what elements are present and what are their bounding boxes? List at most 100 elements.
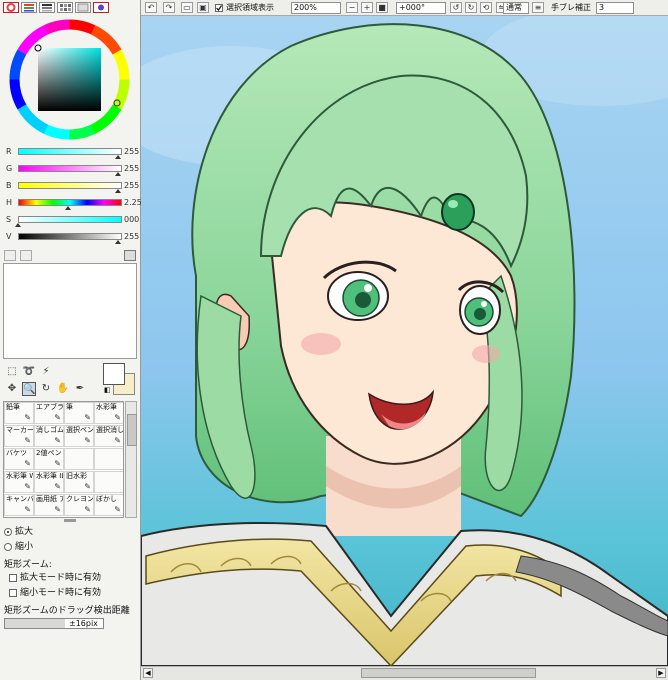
redo-icon[interactable] xyxy=(20,250,32,261)
scratchpad-icon[interactable] xyxy=(75,2,91,13)
slider-g[interactable]: G 255 xyxy=(4,163,139,176)
brush-label: バケツ xyxy=(6,449,27,457)
slider-thumb[interactable] xyxy=(15,223,21,227)
rect-select-icon[interactable]: ⬚ xyxy=(5,365,19,379)
brush-wet-brush[interactable]: 水彩筆 Wet ✎ xyxy=(4,471,34,493)
canvas[interactable] xyxy=(141,16,668,666)
slider-track[interactable] xyxy=(18,182,122,189)
rgb-sliders-icon[interactable] xyxy=(21,2,37,13)
brush-crayon[interactable]: クレヨン ✎ xyxy=(64,494,94,516)
slider-thumb[interactable] xyxy=(115,189,121,193)
slider-label: V xyxy=(6,232,12,241)
brush-binary-pen[interactable]: 2値ペン ✎ xyxy=(34,448,64,470)
transparent-color-icon[interactable]: ◧ xyxy=(104,386,112,394)
slider-thumb[interactable] xyxy=(115,172,121,176)
drag-threshold-slider[interactable]: ±16pix xyxy=(4,618,104,629)
move-icon[interactable]: ✥ xyxy=(5,382,19,396)
rotate-left-button[interactable]: ↺ xyxy=(450,2,462,13)
slider-b[interactable]: B 255 xyxy=(4,180,139,193)
acrylic-icon: ✎ xyxy=(24,505,31,514)
scrollbar-thumb[interactable] xyxy=(361,668,536,678)
brush-label: ぼかし xyxy=(96,495,117,503)
slider-s[interactable]: S 000 xyxy=(4,214,139,227)
zoom-out-button[interactable]: − xyxy=(346,2,358,13)
brush-watercolor[interactable]: 水彩筆 ✎ xyxy=(94,402,123,424)
brush-select-erase[interactable]: 選択消し ✎ xyxy=(94,425,123,447)
slider-track[interactable] xyxy=(18,148,122,155)
swatch-menu-icon[interactable] xyxy=(124,250,136,261)
brush-blur[interactable]: ぼかし ✎ xyxy=(94,494,123,516)
scroll-left-icon[interactable]: ◀ xyxy=(143,668,153,678)
slider-thumb[interactable] xyxy=(115,240,121,244)
brush-scrollbar[interactable] xyxy=(125,401,137,518)
brush-il-brush[interactable]: 水彩筆 IL ✎ xyxy=(34,471,64,493)
old-watercolor-icon: ✎ xyxy=(84,482,91,491)
slider-thumb[interactable] xyxy=(65,206,71,210)
deselect-button[interactable]: ▭ xyxy=(181,2,193,13)
lasso-icon[interactable]: ➰ xyxy=(22,365,36,379)
hsv-sliders-icon[interactable] xyxy=(39,2,55,13)
slider-track[interactable] xyxy=(18,165,122,172)
slider-track[interactable] xyxy=(18,233,122,240)
brush-brush[interactable]: 筆 ✎ xyxy=(64,402,94,424)
stabilizer-select[interactable]: 3 xyxy=(596,2,634,14)
slider-v[interactable]: V 255 xyxy=(4,231,139,244)
check-zoom-in[interactable]: 拡大モード時に有効 xyxy=(4,572,138,584)
slider-thumb[interactable] xyxy=(115,155,121,159)
undo-icon[interactable] xyxy=(4,250,16,261)
slider-track[interactable] xyxy=(18,216,122,223)
blend-menu-icon[interactable]: ≡ xyxy=(532,2,544,13)
color-wheel[interactable] xyxy=(9,19,130,140)
brush-label: 消しゴム xyxy=(36,426,64,434)
stabilizer-label: 手ブレ補正 xyxy=(551,3,591,12)
show-selection-toggle[interactable]: 選択領域表示 xyxy=(215,2,274,14)
brush-airbrush[interactable]: エアブラシ ✎ xyxy=(34,402,64,424)
panel-splitter[interactable] xyxy=(64,519,76,522)
slider-h[interactable]: H 2.252 xyxy=(4,197,147,210)
undo-button[interactable]: ↶ xyxy=(145,2,157,13)
brush-label: エアブラシ xyxy=(36,403,64,411)
slider-r[interactable]: R 255 xyxy=(4,146,139,159)
primary-color-swatch[interactable] xyxy=(103,363,125,385)
scratchpad-area[interactable] xyxy=(3,263,137,359)
swatch-icon[interactable] xyxy=(57,2,73,13)
horizontal-scrollbar[interactable]: ◀ ▶ xyxy=(141,666,668,680)
brush-color-icon[interactable] xyxy=(93,2,109,13)
brush-old-watercolor[interactable]: 旧水彩 ✎ xyxy=(64,471,94,493)
zoom-icon[interactable]: 🔍 xyxy=(22,382,36,396)
brush-eraser[interactable]: 消しゴム ✎ xyxy=(34,425,64,447)
watercolor-icon: ✎ xyxy=(114,413,121,422)
rotate-right-button[interactable]: ↻ xyxy=(465,2,477,13)
zoom-in-button[interactable]: + xyxy=(361,2,373,13)
brush-empty xyxy=(94,448,123,470)
brush-empty xyxy=(64,448,94,470)
redo-button[interactable]: ↷ xyxy=(163,2,175,13)
rotate-icon[interactable]: ↻ xyxy=(39,382,53,396)
invert-selection-button[interactable]: ▣ xyxy=(197,2,209,13)
eyedropper-icon[interactable]: ✒ xyxy=(73,382,87,396)
zoom-out-radio[interactable]: 縮小 xyxy=(4,541,138,553)
brush-marker[interactable]: マーカー ✎ xyxy=(4,425,34,447)
brush-select-pen[interactable]: 選択ペン ✎ xyxy=(64,425,94,447)
brush-acrylic[interactable]: キャンバス アクリル ✎ xyxy=(4,494,34,516)
slider-track[interactable] xyxy=(18,199,122,206)
brush-pencil[interactable]: 鉛筆 ✎ xyxy=(4,402,34,424)
rotation-field[interactable]: +000° xyxy=(396,2,446,14)
zoom-in-label: 拡大 xyxy=(15,527,34,537)
zoom-reset-button[interactable]: ■ xyxy=(376,2,388,13)
select-erase-icon: ✎ xyxy=(114,436,121,445)
magic-wand-icon[interactable]: ⚡ xyxy=(39,365,53,379)
brush-bucket[interactable]: バケツ ✎ xyxy=(4,448,34,470)
blend-mode-select[interactable]: 通常 xyxy=(503,2,529,14)
color-wheel-icon[interactable] xyxy=(3,2,19,13)
brush-paper-acrylic[interactable]: 画用紙 アクリル ✎ xyxy=(34,494,64,516)
zoom-in-radio[interactable]: 拡大 xyxy=(4,526,138,538)
check-zoom-out[interactable]: 縮小モード時に有効 xyxy=(4,587,138,599)
rotate-reset-button[interactable]: ⟲ xyxy=(480,2,492,13)
zoom-field[interactable]: 200% xyxy=(291,2,341,14)
zoom-out-label: 縮小 xyxy=(15,542,34,552)
brush-icon: ✎ xyxy=(84,413,91,422)
hand-icon[interactable]: ✋ xyxy=(56,382,70,396)
eraser-icon: ✎ xyxy=(54,436,61,445)
scroll-right-icon[interactable]: ▶ xyxy=(656,668,666,678)
